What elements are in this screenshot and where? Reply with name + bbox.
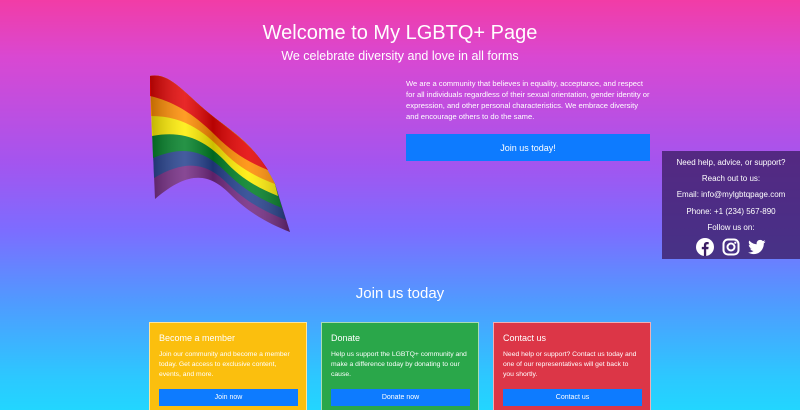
card-title: Contact us	[503, 333, 547, 343]
join-section-title: Join us today	[355, 285, 445, 302]
contact-us-button[interactable]: Contact us	[503, 389, 642, 406]
card-text: Join our community and become a member t…	[159, 351, 290, 379]
instagram-icon[interactable]	[722, 238, 740, 256]
help-prompt: Need help, advice, or support?	[676, 158, 786, 167]
help-box: Need help, advice, or support? Reach out…	[662, 151, 800, 259]
help-follow: Follow us on:	[707, 222, 755, 232]
card-text: Need help or support? Contact us today a…	[503, 351, 637, 379]
card-contact-us: Contact us Need help or support? Contact…	[493, 322, 651, 410]
join-us-today-button[interactable]: Join us today!	[406, 134, 650, 161]
intro-text: We are a community that believes in equa…	[406, 79, 650, 121]
card-title: Donate	[331, 333, 361, 343]
join-now-button[interactable]: Join now	[159, 389, 298, 406]
card-text: Help us support the LGBTQ+ community and…	[331, 351, 467, 379]
page-subtitle: We celebrate diversity and love in all f…	[281, 49, 519, 63]
social-icons	[662, 237, 800, 256]
card-become-member: Become a member Join our community and b…	[149, 322, 307, 410]
help-reach-out: Reach out to us:	[701, 174, 761, 184]
donate-now-button[interactable]: Donate now	[331, 389, 470, 406]
card-donate: Donate Help us support the LGBTQ+ commun…	[321, 322, 479, 410]
rainbow-flag-image	[150, 75, 290, 233]
card-title: Become a member	[159, 333, 236, 343]
help-phone[interactable]: Phone: +1 (234) 567-890	[662, 207, 800, 216]
page-title: Welcome to My LGBTQ+ Page	[262, 22, 538, 44]
twitter-icon[interactable]	[748, 238, 766, 256]
help-email[interactable]: Email: info@mylgbtqpage.com	[662, 191, 800, 199]
facebook-icon[interactable]	[696, 237, 714, 256]
